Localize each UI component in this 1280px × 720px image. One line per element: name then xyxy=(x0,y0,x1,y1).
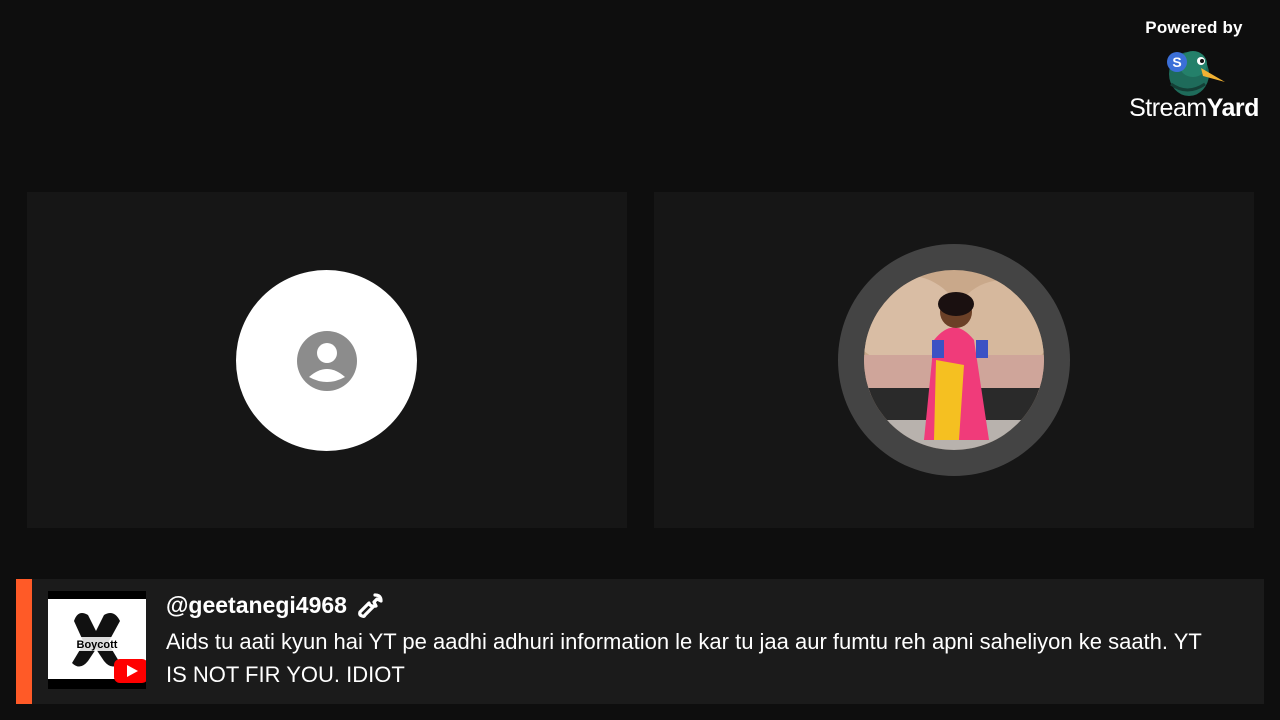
participant-tile-1[interactable] xyxy=(27,192,627,528)
wordmark-stream: Stream xyxy=(1129,94,1207,122)
streamyard-branding: Powered by S StreamYard xyxy=(1124,18,1264,123)
wrench-icon xyxy=(358,592,383,618)
youtube-icon xyxy=(114,659,146,683)
default-user-icon xyxy=(296,330,357,391)
comment-text: Aids tu aati kyun hai YT pe aadhi adhuri… xyxy=(166,629,1202,687)
comment-author-name: @geetanegi4968 xyxy=(166,592,347,618)
powered-by-label: Powered by xyxy=(1145,18,1243,37)
comment-banner: Boycott @geetanegi4968 Aids tu aati kyun… xyxy=(16,579,1264,704)
thumbnail-text: Boycott xyxy=(77,639,118,651)
wordmark-yard: Yard xyxy=(1206,94,1260,122)
comment-author: @geetanegi4968 xyxy=(166,592,383,619)
duck-logo-icon: S xyxy=(1167,51,1225,96)
participant-tile-2[interactable] xyxy=(654,192,1254,528)
comment-accent-bar xyxy=(16,579,32,704)
streamyard-wordmark: StreamYard xyxy=(1124,94,1264,123)
commenter-avatar: Boycott xyxy=(48,591,146,689)
user-photo xyxy=(864,270,1044,450)
svg-text:S: S xyxy=(1172,54,1181,70)
participant-avatar-ring xyxy=(838,244,1070,476)
participant-avatar-placeholder xyxy=(236,270,417,451)
